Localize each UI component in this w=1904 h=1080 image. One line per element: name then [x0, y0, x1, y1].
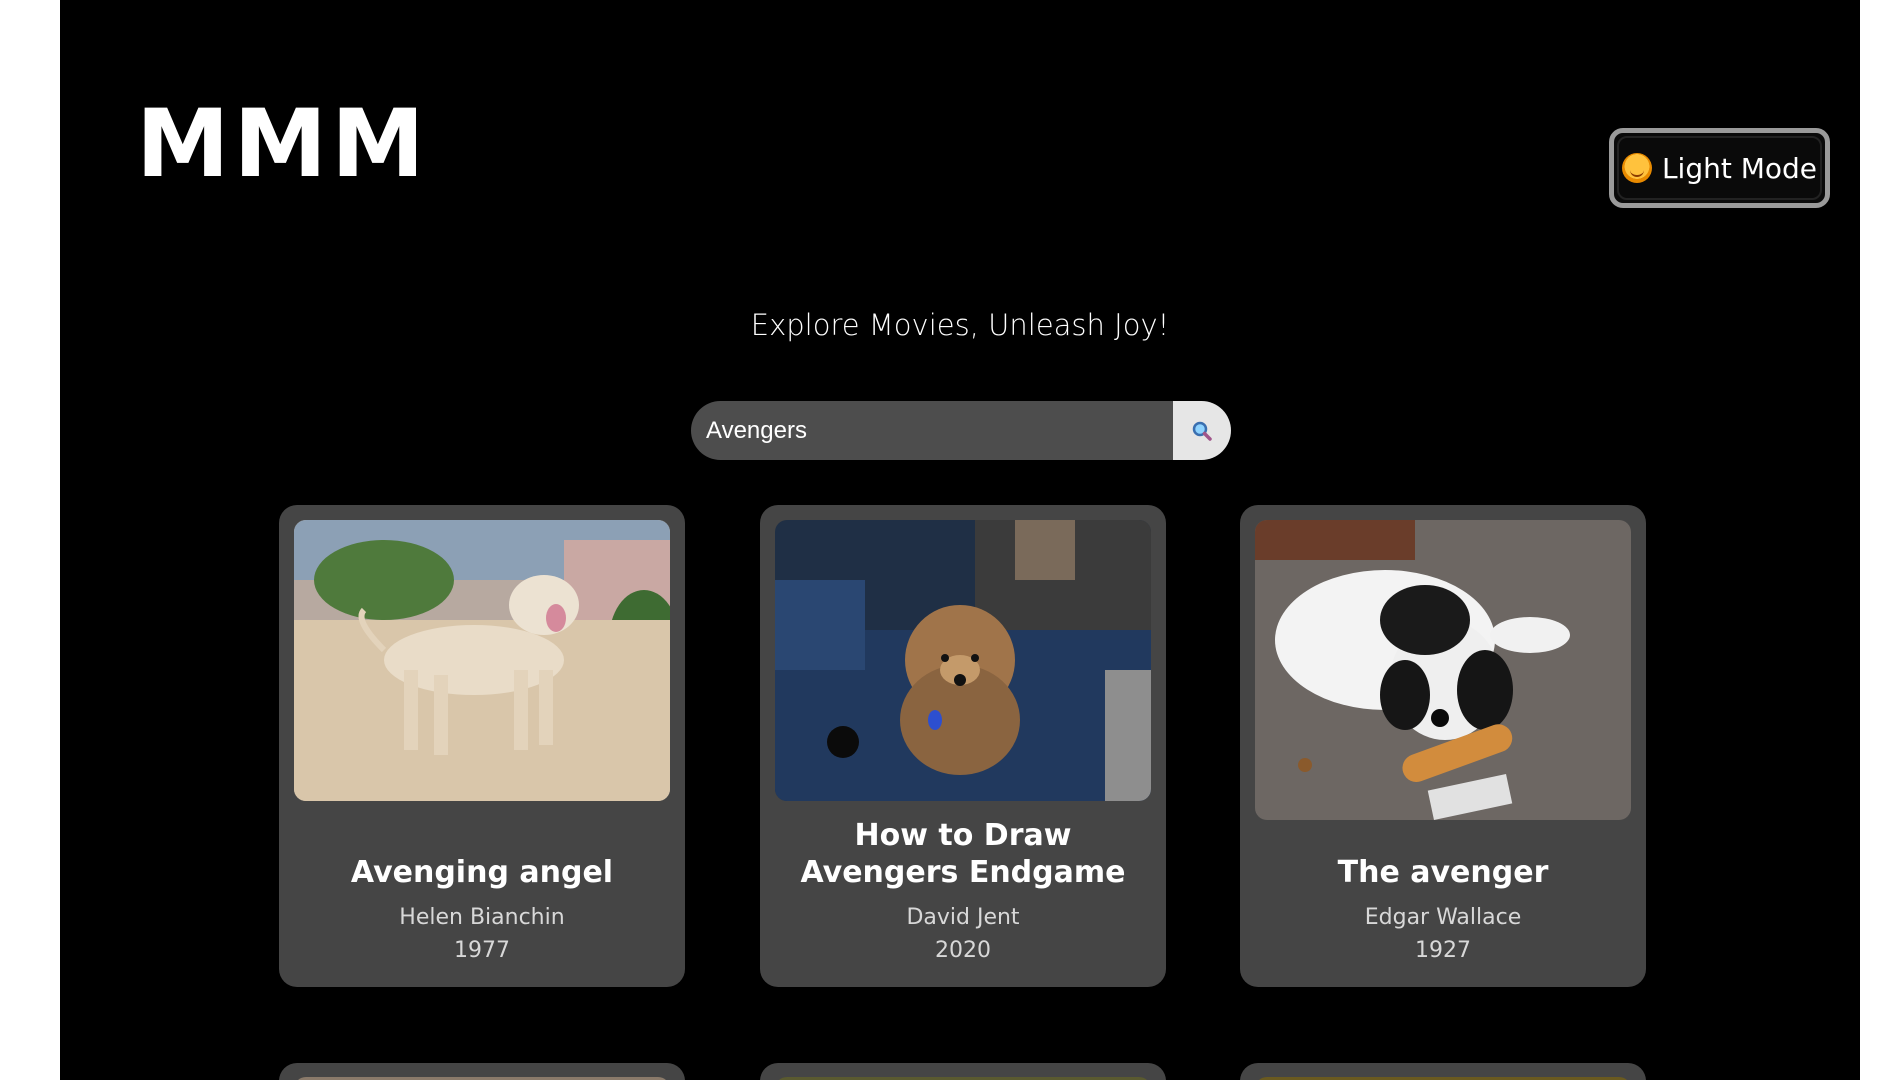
poster-image-dog-2: [775, 520, 1151, 801]
tagline: Explore Movies, Unleash Joy!: [750, 308, 1170, 342]
search-button[interactable]: [1173, 401, 1231, 460]
movie-author: Helen Bianchin: [399, 905, 565, 930]
movie-title: How to Draw Avengers Endgame: [800, 818, 1126, 890]
app-container: MMM Light Mode Explore Movies, Unleash J…: [60, 0, 1860, 1080]
movie-poster[interactable]: [1255, 520, 1631, 820]
search-icon: [1192, 421, 1212, 441]
poster-image-dog-3: [1255, 520, 1631, 820]
movie-card[interactable]: The avenger Edgar Wallace 1927: [1240, 505, 1646, 987]
search-input[interactable]: [691, 401, 1173, 460]
movie-info: The avenger Edgar Wallace 1927: [1240, 854, 1646, 967]
movie-title: Avenging angel: [350, 855, 614, 890]
movie-author: Edgar Wallace: [1364, 905, 1522, 930]
movie-card[interactable]: How to Draw Avengers Endgame David Jent …: [760, 505, 1166, 987]
movie-card-partial[interactable]: [760, 1063, 1166, 1080]
movie-year: 1977: [454, 938, 510, 963]
movie-info: How to Draw Avengers Endgame David Jent …: [760, 817, 1166, 967]
movie-year: 1927: [1415, 938, 1471, 963]
movie-card-partial[interactable]: [279, 1063, 685, 1080]
poster-image-dog-1: [294, 520, 670, 801]
movie-poster[interactable]: [294, 520, 670, 801]
movie-card[interactable]: Avenging angel Helen Bianchin 1977: [279, 505, 685, 987]
theme-toggle-button[interactable]: Light Mode: [1609, 128, 1830, 208]
movie-title: The avenger: [1337, 855, 1549, 890]
movie-card-partial[interactable]: [1240, 1063, 1646, 1080]
search-bar: [691, 401, 1231, 460]
site-logo[interactable]: MMM: [136, 98, 429, 192]
theme-toggle-label: Light Mode: [1661, 151, 1818, 185]
movie-year: 2020: [935, 938, 991, 963]
movie-info: Avenging angel Helen Bianchin 1977: [279, 854, 685, 967]
movie-author: David Jent: [906, 905, 1020, 930]
sun-icon: [1621, 153, 1652, 183]
movie-poster[interactable]: [775, 520, 1151, 801]
